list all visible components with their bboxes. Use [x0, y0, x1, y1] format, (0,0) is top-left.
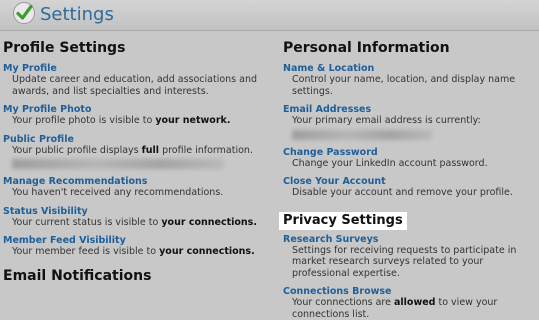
status-visibility-desc: Your current status is visible to your c… — [12, 216, 257, 228]
research-surveys-link[interactable]: Research Surveys — [283, 234, 533, 245]
public-profile-item: Public Profile Your public profile displ… — [3, 134, 263, 169]
name-location-item: Name & Location Control your name, locat… — [283, 63, 533, 97]
manage-recommendations-item: Manage Recommendations You haven't recei… — [3, 176, 263, 199]
email-addresses-link[interactable]: Email Addresses — [283, 104, 533, 115]
my-profile-link[interactable]: My Profile — [3, 63, 263, 74]
research-surveys-desc: Settings for receiving requests to parti… — [292, 244, 517, 279]
left-column: Profile Settings My Profile Update caree… — [3, 38, 263, 286]
checkmark-icon — [13, 2, 35, 24]
public-profile-link[interactable]: Public Profile — [3, 134, 263, 145]
close-account-item: Close Your Account Disable your account … — [283, 176, 533, 199]
member-feed-visibility-item: Member Feed Visibility Your member feed … — [3, 235, 263, 258]
connections-browse-item: Connections Browse Your connections are … — [283, 286, 533, 320]
my-profile-photo-desc: Your profile photo is visible to your ne… — [12, 115, 231, 126]
change-password-item: Change Password Change your LinkedIn acc… — [283, 147, 533, 170]
email-notifications-heading: Email Notifications — [3, 267, 152, 284]
close-account-desc: Disable your account and remove your pro… — [292, 187, 513, 198]
title-bar: Settings — [0, 0, 539, 31]
email-addresses-desc: Your primary email address is currently: — [292, 115, 481, 126]
email-addresses-item: Email Addresses Your primary email addre… — [283, 104, 533, 140]
manage-recommendations-link[interactable]: Manage Recommendations — [3, 176, 263, 187]
profile-settings-heading: Profile Settings — [3, 40, 126, 56]
my-profile-item: My Profile Update career and education, … — [3, 63, 263, 97]
connections-browse-link[interactable]: Connections Browse — [283, 286, 533, 297]
member-feed-visibility-link[interactable]: Member Feed Visibility — [3, 235, 263, 246]
member-feed-visibility-desc: Your member feed is visible to your conn… — [12, 246, 255, 257]
change-password-link[interactable]: Change Password — [283, 147, 533, 158]
my-profile-desc: Update career and education, add associa… — [12, 74, 258, 97]
personal-information-heading: Personal Information — [283, 40, 450, 56]
privacy-settings-heading: Privacy Settings — [279, 211, 407, 230]
connections-browse-desc: Your connections are allowed to view you… — [292, 297, 498, 320]
redacted-public-profile-url — [12, 159, 224, 169]
change-password-desc: Change your LinkedIn account password. — [292, 157, 488, 169]
name-location-link[interactable]: Name & Location — [283, 63, 533, 74]
status-visibility-item: Status Visibility Your current status is… — [3, 206, 263, 229]
status-visibility-link[interactable]: Status Visibility — [3, 206, 263, 217]
right-column: Personal Information Name & Location Con… — [279, 38, 533, 320]
name-location-desc: Control your name, location, and display… — [292, 74, 516, 97]
manage-recommendations-desc: You haven't received any recommendations… — [12, 187, 224, 198]
my-profile-photo-item: My Profile Photo Your profile photo is v… — [3, 104, 263, 127]
public-profile-desc: Your public profile displays full profil… — [12, 144, 253, 156]
close-account-link[interactable]: Close Your Account — [283, 176, 533, 187]
page-title: Settings — [40, 4, 114, 25]
my-profile-photo-link[interactable]: My Profile Photo — [3, 104, 263, 115]
privacy-settings-heading-wrap: Privacy Settings — [279, 209, 533, 230]
research-surveys-item: Research Surveys Settings for receiving … — [283, 234, 533, 280]
redacted-email-address — [292, 129, 432, 140]
